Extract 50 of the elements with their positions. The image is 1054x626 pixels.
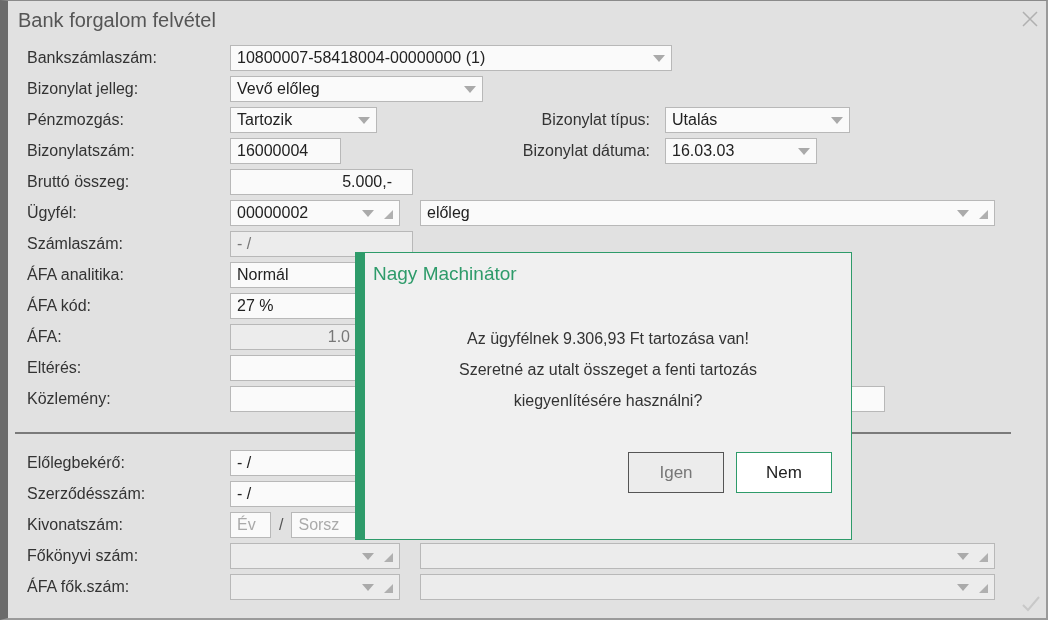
field-label: Bruttó összeg: — [27, 173, 131, 191]
resize-grip-icon — [979, 584, 988, 593]
dropdown-field[interactable]: Utalás — [665, 107, 850, 133]
input-field[interactable]: 16000004 — [230, 138, 341, 164]
field-label: ÁFA analitika: — [27, 266, 125, 284]
window-title: Bank forgalom felvétel — [17, 8, 216, 33]
field-label: Főkönyvi szám: — [27, 547, 140, 565]
field-label: Bizonylat dátuma: — [521, 142, 650, 160]
input-field[interactable]: 5.000,- — [230, 169, 413, 195]
dialog-button[interactable]: Nem — [736, 452, 832, 493]
field-label: Számlaszám: — [27, 235, 125, 253]
dialog-message: Az ügyfélnek 9.306,93 Ft tartozása van! — [467, 329, 749, 349]
resize-grip-icon — [384, 210, 393, 219]
dropdown-icon[interactable] — [653, 54, 665, 62]
dropdown-field[interactable]: 10800007-58418004-00000000 (1) — [230, 45, 672, 71]
field-label: Szerződésszám: — [27, 485, 147, 503]
field-label: ÁFA kód: — [27, 297, 93, 315]
field-label: Pénzmozgás: — [27, 111, 125, 129]
field-label: Bizonylat típus: — [540, 111, 650, 129]
field-label: ÁFA: — [27, 328, 63, 346]
lookup-field[interactable]: 00000002 — [230, 200, 400, 226]
dialog-message: kiegyenlítésére használni? — [513, 391, 703, 411]
field-label: Eltérés: — [27, 359, 83, 377]
resize-grip-icon — [979, 210, 988, 219]
field-label: Kivonatszám: — [27, 516, 125, 534]
dropdown-field[interactable]: Tartozik — [230, 107, 377, 133]
dropdown-field[interactable]: Vevő előleg — [230, 76, 483, 102]
lookup-field[interactable]: előleg — [420, 200, 995, 226]
field-label: Ügyfél: — [27, 204, 78, 222]
dropdown-icon[interactable] — [831, 116, 843, 124]
dropdown-icon[interactable] — [957, 209, 969, 217]
field-label: Bizonylat jelleg: — [27, 80, 140, 98]
dropdown-icon[interactable] — [362, 209, 374, 217]
field-label: Közlemény: — [27, 390, 112, 408]
dropdown-icon[interactable] — [798, 147, 810, 155]
separator-text: / — [279, 516, 284, 534]
checkmark-icon[interactable] — [1022, 596, 1040, 612]
field-label: Bizonylatszám: — [27, 142, 136, 160]
dropdown-icon[interactable] — [464, 85, 476, 93]
field-label: Bankszámlaszám: — [27, 49, 158, 67]
field-label: Előlegbekérő: — [27, 454, 126, 472]
field-label: ÁFA fők.szám: — [27, 578, 131, 596]
resize-grip-icon — [384, 553, 393, 562]
dropdown-icon[interactable] — [358, 116, 370, 124]
dialog-button[interactable]: Igen — [628, 452, 724, 493]
resize-grip-icon — [979, 553, 988, 562]
dropdown-field[interactable]: 16.03.03 — [665, 138, 817, 164]
dialog-message: Szeretné az utalt összeget a fenti tartozás — [459, 360, 757, 380]
close-icon[interactable] — [1022, 11, 1038, 27]
resize-grip-icon — [384, 584, 393, 593]
